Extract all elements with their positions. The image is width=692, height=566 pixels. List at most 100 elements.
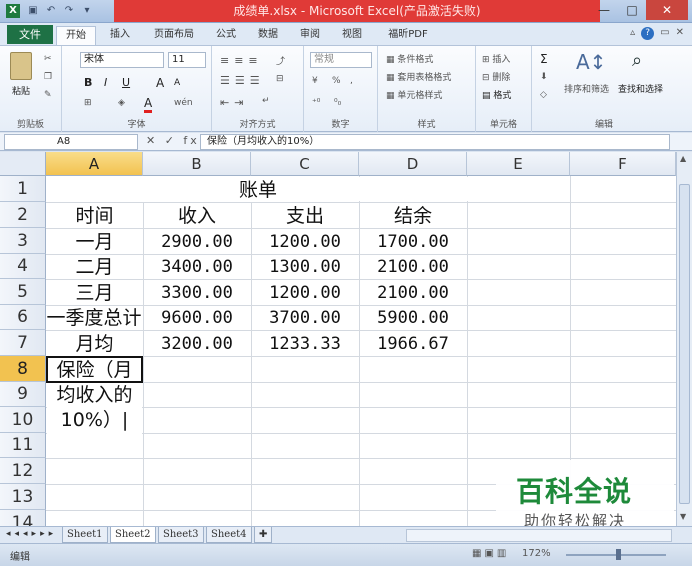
column-header-f[interactable]: F [570, 152, 676, 176]
insert-cells-button[interactable]: ⊞ 插入 [482, 52, 510, 65]
tab-page-layout[interactable]: 页面布局 [146, 26, 202, 45]
currency-icon[interactable]: ¥ [312, 76, 318, 86]
column-header-c[interactable]: C [251, 152, 359, 176]
format-cells-button[interactable]: ▤ 格式 [482, 88, 511, 101]
row-header-3[interactable]: 3 [0, 228, 46, 254]
sort-filter-label[interactable]: 排序和筛选 [564, 82, 609, 95]
formula-bar-buttons[interactable]: ✕ ✓ fx [146, 134, 200, 147]
new-sheet-icon[interactable]: ✚ [254, 527, 273, 543]
maximize-button[interactable]: □ [618, 0, 646, 20]
table-cell[interactable]: 9600.00 [143, 305, 251, 330]
table-cell[interactable]: 3200.00 [143, 330, 251, 356]
tab-insert[interactable]: 插入 [100, 26, 140, 45]
vertical-scrollbar[interactable]: ▲ ▼ [676, 152, 692, 526]
font-name-select[interactable]: 宋体 [80, 52, 164, 68]
increase-decimal-icon[interactable]: ⁺⁰ [312, 98, 320, 108]
table-cell[interactable]: 2900.00 [143, 228, 251, 254]
table-cell[interactable]: 月均 [46, 330, 143, 356]
percent-button[interactable]: % [332, 76, 341, 86]
table-cell[interactable]: 1300.00 [251, 254, 359, 279]
name-box[interactable]: A8 [4, 134, 138, 150]
paste-label[interactable]: 粘贴 [12, 84, 30, 97]
grow-font-button[interactable]: A [156, 76, 164, 90]
table-cell[interactable]: 2100.00 [359, 254, 467, 279]
find-select-label[interactable]: 查找和选择 [618, 82, 663, 95]
tab-data[interactable]: 数据 [250, 26, 286, 45]
phonetic-button[interactable]: wén [174, 98, 193, 108]
copy-icon[interactable]: ❐ [44, 72, 52, 82]
select-all-corner[interactable] [0, 152, 46, 176]
column-header-e[interactable]: E [467, 152, 570, 176]
comma-button[interactable]: , [350, 76, 353, 86]
indent-icons[interactable]: ⇤⇥ [220, 96, 248, 109]
vertical-scroll-thumb[interactable] [679, 184, 690, 504]
table-cell[interactable]: 1200.00 [251, 228, 359, 254]
format-painter-icon[interactable]: ✎ [44, 90, 52, 100]
sheet-title[interactable]: 账单 [46, 176, 470, 202]
row-header-13[interactable]: 13 [0, 484, 46, 510]
table-cell[interactable]: 第一季度总计 [46, 305, 143, 330]
cut-icon[interactable]: ✂ [44, 54, 52, 64]
autosum-button[interactable]: Σ [540, 52, 548, 66]
borders-icon[interactable]: ⊞ [84, 98, 92, 108]
header-cell-time[interactable]: 时间 [46, 202, 143, 228]
fill-icon[interactable]: ⬇ [540, 72, 548, 82]
table-cell[interactable]: 一月 [46, 228, 143, 254]
table-cell[interactable]: 1200.00 [251, 279, 359, 305]
italic-button[interactable]: I [104, 76, 107, 89]
save-icon[interactable]: ▣ [26, 3, 40, 18]
minimize-ribbon-icon[interactable]: ▵ [630, 27, 635, 40]
table-cell[interactable]: 1700.00 [359, 228, 467, 254]
header-cell-balance[interactable]: 结余 [359, 202, 467, 228]
tab-home[interactable]: 开始 [56, 26, 96, 45]
font-color-button[interactable]: A [144, 96, 153, 113]
scroll-down-icon[interactable]: ▼ [680, 512, 686, 521]
decrease-decimal-icon[interactable]: ⁰₀ [334, 98, 341, 108]
conditional-format-button[interactable]: ▦ 条件格式 [386, 52, 433, 65]
table-cell[interactable]: 3400.00 [143, 254, 251, 279]
excel-app-icon[interactable]: X [6, 4, 20, 18]
shrink-font-button[interactable]: A [174, 78, 180, 88]
table-cell[interactable]: 2100.00 [359, 279, 467, 305]
row-header-10[interactable]: 10 [0, 407, 46, 433]
table-cell[interactable]: 1966.67 [359, 330, 467, 356]
tab-formulas[interactable]: 公式 [208, 26, 244, 45]
underline-button[interactable]: U [122, 76, 130, 89]
row-header-14[interactable]: 14 [0, 510, 46, 526]
sheet-tab-1[interactable]: Sheet1 [62, 527, 108, 543]
font-size-select[interactable]: 11 [168, 52, 206, 68]
row-header-12[interactable]: 12 [0, 458, 46, 484]
tab-review[interactable]: 审阅 [292, 26, 328, 45]
sheet-nav-buttons[interactable]: ◂◂◂▸▸▸ [6, 529, 57, 539]
zoom-slider-knob[interactable] [616, 549, 621, 560]
cell-styles-button[interactable]: ▦ 单元格样式 [386, 88, 442, 101]
view-buttons[interactable]: ▦▣▥ [472, 548, 509, 559]
formula-input[interactable]: 保险（月均收入的10%） [200, 134, 670, 150]
row-header-11[interactable]: 11 [0, 433, 46, 458]
paste-icon[interactable] [10, 52, 32, 80]
table-cell[interactable]: 二月 [46, 254, 143, 279]
column-header-b[interactable]: B [143, 152, 251, 176]
table-cell[interactable]: 3300.00 [143, 279, 251, 305]
restore-window-icon[interactable]: ▭ [660, 27, 669, 40]
merge-center-icon[interactable]: ⊟ [276, 74, 284, 84]
horizontal-align-icons[interactable]: ☰☰☰ [220, 74, 265, 87]
table-cell[interactable]: 1233.33 [251, 330, 359, 356]
tab-file[interactable]: 文件 [7, 25, 53, 44]
horizontal-scrollbar[interactable] [406, 529, 672, 542]
row-header-1[interactable]: 1 [0, 176, 46, 202]
delete-cells-button[interactable]: ⊟ 删除 [482, 70, 510, 83]
close-workbook-icon[interactable]: ✕ [676, 27, 684, 40]
table-cell[interactable]: 三月 [46, 279, 143, 305]
table-cell[interactable]: 3700.00 [251, 305, 359, 330]
row-header-2[interactable]: 2 [0, 202, 46, 228]
row-header-9[interactable]: 9 [0, 382, 46, 407]
sheet-tab-2[interactable]: Sheet2 [110, 527, 156, 543]
column-header-a[interactable]: A [46, 152, 143, 176]
row-header-5[interactable]: 5 [0, 279, 46, 305]
fill-color-icon[interactable]: ◈ [118, 98, 125, 108]
clear-icon[interactable]: ◇ [540, 90, 547, 100]
row-header-8[interactable]: 8 [0, 356, 46, 382]
text-orientation-icon[interactable]: ⤴ [276, 54, 285, 67]
sheet-tab-4[interactable]: Sheet4 [206, 527, 252, 543]
